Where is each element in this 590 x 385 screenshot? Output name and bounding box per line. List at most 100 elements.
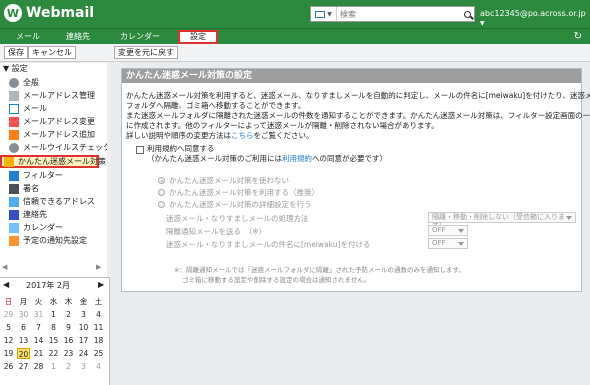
calendar-day[interactable]: 15 xyxy=(47,335,60,346)
refresh-icon[interactable]: ↻ xyxy=(574,31,582,42)
calendar-day[interactable]: 2 xyxy=(62,361,75,372)
sidebar-item-general[interactable]: 全般 xyxy=(0,76,105,89)
spam-action-select[interactable]: 隔離・移動・削除しない（受信箱に入ります） xyxy=(428,212,576,230)
footnote: ゴミ箱に移動する設定や削除する設定の場合は通知されません。 xyxy=(182,276,371,284)
detail-line: 詳しい説明や順序の変更方法はこちらをご覧ください。 xyxy=(126,131,581,141)
radio-use-filter[interactable] xyxy=(158,189,165,196)
sidebar-item-spam-filter[interactable]: かんたん迷惑メール対策 xyxy=(0,155,106,168)
collapse-icon: ▼ xyxy=(3,64,10,73)
sidebar-item-address-add[interactable]: メールアドレス追加 xyxy=(0,128,105,141)
sidebar-item-label: 全般 xyxy=(23,78,39,87)
sidebar-item-contacts[interactable]: 連絡先 xyxy=(0,208,105,221)
calendar-day[interactable]: 20 xyxy=(17,348,30,359)
calendar-day[interactable]: 6 xyxy=(17,322,30,333)
detail-link[interactable]: こちら xyxy=(231,131,254,140)
spam-filter-icon xyxy=(4,156,14,167)
search-button[interactable] xyxy=(460,7,474,21)
calendar-icon xyxy=(9,222,19,233)
chevron-down-icon: ▼ xyxy=(480,20,485,27)
calendar-day[interactable]: 4 xyxy=(92,361,105,372)
tab-mail[interactable]: メール xyxy=(8,30,48,44)
calendar-day[interactable]: 12 xyxy=(2,335,15,346)
terms-link[interactable]: 利用規約 xyxy=(282,154,312,163)
calendar-day[interactable]: 23 xyxy=(62,348,75,359)
calendar-day[interactable]: 7 xyxy=(32,322,45,333)
tab-calendar[interactable]: カレンダー xyxy=(108,30,172,44)
next-month-icon[interactable]: ▶ xyxy=(98,280,104,289)
sidebar-header[interactable]: ▼ 設定 xyxy=(0,63,108,74)
prev-month-icon[interactable]: ◀ xyxy=(3,280,9,289)
calendar-day[interactable]: 11 xyxy=(92,322,105,333)
app-name: Webmail xyxy=(26,5,95,21)
radio-no-filter[interactable] xyxy=(158,177,165,184)
settings-sidebar: ▼ 設定 全般 メールアドレス管理 メール メールアドレス変更 メールアドレス追… xyxy=(0,63,109,277)
calendar-day[interactable]: 9 xyxy=(62,322,75,333)
calendar-day[interactable]: 24 xyxy=(77,348,90,359)
agree-terms-checkbox[interactable] xyxy=(136,146,144,154)
chevron-down-icon xyxy=(566,216,572,220)
isolation-notice-select[interactable]: OFF xyxy=(428,225,468,236)
notification-icon xyxy=(9,235,19,246)
address-add-icon xyxy=(9,129,19,140)
calendar-day[interactable]: 17 xyxy=(77,335,90,346)
tab-settings[interactable]: 設定 xyxy=(178,30,218,44)
sidebar-item-mail[interactable]: メール xyxy=(0,102,105,115)
calendar-day[interactable]: 2 xyxy=(62,309,75,320)
sidebar-item-address-change[interactable]: メールアドレス変更 xyxy=(0,115,105,128)
calendar-day[interactable]: 25 xyxy=(92,348,105,359)
calendar-day[interactable]: 1 xyxy=(47,361,60,372)
calendar-day[interactable]: 5 xyxy=(2,322,15,333)
sidebar-splitter[interactable] xyxy=(107,63,111,277)
calendar-day[interactable]: 27 xyxy=(17,361,30,372)
isolation-notice-label: 隔離通知メールを送る （※） xyxy=(166,227,267,236)
calendar-day[interactable]: 29 xyxy=(2,309,15,320)
radio-no-filter-label: かんたん迷惑メール対策を使わない xyxy=(169,176,289,185)
calendar-day[interactable]: 4 xyxy=(92,309,105,320)
meiwaku-tag-select[interactable]: OFF xyxy=(428,238,468,249)
calendar-day[interactable]: 3 xyxy=(77,361,90,372)
calendar-day[interactable]: 22 xyxy=(47,348,60,359)
mini-calendar: ◀ 2017年 2月 ▶ 日月火水木金土 29 30 31 1 2 3 4 5 6 7 8 9 10 11 1… xyxy=(0,277,110,385)
sidebar-item-calendar[interactable]: カレンダー xyxy=(0,221,105,234)
calendar-day[interactable]: 3 xyxy=(77,309,90,320)
calendar-day[interactable]: 14 xyxy=(32,335,45,346)
calendar-day[interactable]: 1 xyxy=(47,309,60,320)
sidebar-item-signature[interactable]: 署名 xyxy=(0,182,105,195)
sidebar-item-filter[interactable]: フィルター xyxy=(0,169,105,182)
sidebar-item-label: 連絡先 xyxy=(23,210,47,219)
calendar-weekday: 日 xyxy=(4,297,13,306)
calendar-day[interactable]: 28 xyxy=(32,361,45,372)
calendar-day[interactable]: 26 xyxy=(2,361,15,372)
calendar-day[interactable]: 21 xyxy=(32,348,45,359)
sidebar-scroll-left[interactable]: ◀ xyxy=(2,263,7,271)
tab-contacts[interactable]: 連絡先 xyxy=(58,30,98,44)
search-scope-dropdown[interactable]: ▼ xyxy=(311,7,337,21)
calendar-day[interactable]: 10 xyxy=(77,322,90,333)
search-input[interactable] xyxy=(337,8,460,20)
logo: W Webmail xyxy=(4,4,94,22)
sidebar-item-notification[interactable]: 予定の通知先設定 xyxy=(0,234,105,247)
revert-changes-button[interactable]: 変更を元に戻す xyxy=(114,46,178,59)
save-button[interactable]: 保存 xyxy=(4,46,28,59)
gear-icon xyxy=(9,77,19,88)
sidebar-item-trusted-address[interactable]: 信頼できるアドレス xyxy=(0,195,105,208)
calendar-day[interactable]: 8 xyxy=(47,322,60,333)
address-change-icon xyxy=(9,116,19,127)
cancel-button[interactable]: キャンセル xyxy=(28,46,76,59)
calendar-day[interactable]: 19 xyxy=(2,348,15,359)
sidebar-item-virus-check[interactable]: メールウイルスチェック xyxy=(0,141,108,154)
user-menu[interactable]: abc12345@po.across.or.jp ▼ xyxy=(480,9,590,27)
calendar-day[interactable]: 16 xyxy=(62,335,75,346)
calendar-day[interactable]: 18 xyxy=(92,335,105,346)
sidebar-item-address-manage[interactable]: メールアドレス管理 xyxy=(0,89,105,102)
calendar-day[interactable]: 31 xyxy=(32,309,45,320)
calendar-day[interactable]: 30 xyxy=(17,309,30,320)
panel-title: かんたん迷惑メール対策の設定 xyxy=(122,69,581,83)
isolation-notice-value: OFF xyxy=(432,226,446,234)
agree-terms-sub: （かんたん迷惑メール対策のご利用には利用規約への同意が必要です） xyxy=(147,153,387,164)
sidebar-item-label: メールアドレス追加 xyxy=(23,130,95,139)
radio-detail-settings[interactable] xyxy=(158,201,165,208)
calendar-day[interactable]: 13 xyxy=(17,335,30,346)
sidebar-scroll-right[interactable]: ▶ xyxy=(96,263,101,271)
sidebar-item-label: メールウイルスチェック xyxy=(23,143,109,152)
